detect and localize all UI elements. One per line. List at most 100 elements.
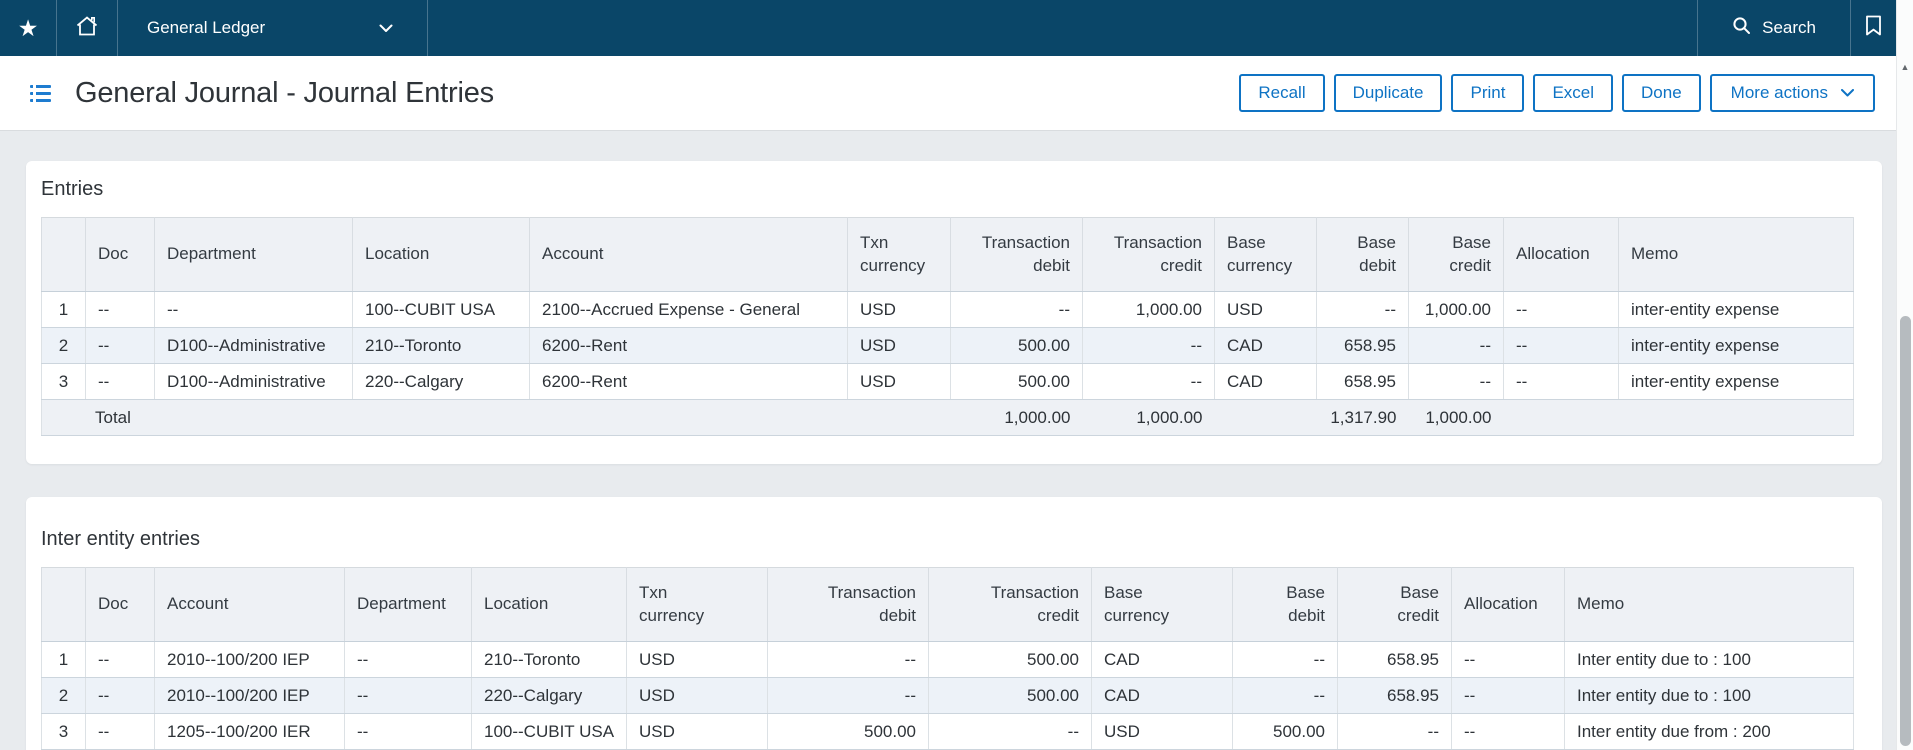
column-header: Transaction credit — [929, 568, 1092, 642]
home-button[interactable] — [57, 0, 118, 56]
column-header: Txn currency — [627, 568, 768, 642]
bookmark-button[interactable] — [1850, 0, 1896, 56]
column-header: Account — [530, 218, 848, 292]
more-actions-button[interactable]: More actions — [1710, 74, 1875, 112]
cell: -- — [1452, 714, 1565, 750]
column-header: Base credit — [1409, 218, 1504, 292]
search-button[interactable]: Search — [1697, 0, 1850, 56]
cell: 658.95 — [1317, 328, 1409, 364]
done-button[interactable]: Done — [1622, 74, 1701, 112]
cell: -- — [1452, 642, 1565, 678]
cell: -- — [86, 328, 155, 364]
column-header: Account — [155, 568, 345, 642]
column-header: Doc — [86, 568, 155, 642]
home-icon — [75, 15, 99, 42]
column-header: Base debit — [1233, 568, 1338, 642]
cell: 220--Calgary — [472, 678, 627, 714]
scrollbar-up-arrow[interactable]: ▲ — [1897, 58, 1913, 76]
table-row: 2--2010--100/200 IEP--220--CalgaryUSD--5… — [42, 678, 1854, 714]
cell: CAD — [1215, 364, 1317, 400]
cell: 658.95 — [1338, 642, 1452, 678]
cell: -- — [1452, 678, 1565, 714]
cell: USD — [848, 328, 951, 364]
bookmark-icon — [1865, 15, 1882, 41]
cell: -- — [1083, 328, 1215, 364]
column-header: Transaction credit — [1083, 218, 1215, 292]
cell: -- — [1233, 642, 1338, 678]
inter-entity-table: DocAccountDepartmentLocationTxn currency… — [41, 567, 1854, 750]
scrollbar-thumb[interactable] — [1900, 316, 1911, 746]
column-header: Location — [472, 568, 627, 642]
cell: 1,000.00 — [1083, 292, 1215, 328]
search-label: Search — [1762, 18, 1816, 38]
page-scrollbar[interactable]: ▲ — [1896, 0, 1913, 750]
cell: Inter entity due to : 100 — [1565, 642, 1854, 678]
cell: 658.95 — [1338, 678, 1452, 714]
cell: -- — [86, 364, 155, 400]
cell: -- — [1409, 364, 1504, 400]
cell: -- — [1083, 364, 1215, 400]
column-header: Base debit — [1317, 218, 1409, 292]
cell: 2010--100/200 IEP — [155, 642, 345, 678]
cell: CAD — [1092, 678, 1233, 714]
nav-spacer — [428, 0, 1697, 56]
column-header: Base currency — [1215, 218, 1317, 292]
table-row: 3--1205--100/200 IER--100--CUBIT USAUSD5… — [42, 714, 1854, 750]
cell: 658.95 — [1317, 364, 1409, 400]
cell: Inter entity due from : 200 — [1565, 714, 1854, 750]
journal-list-icon[interactable] — [30, 85, 51, 102]
inter-entity-card: Inter entity entries DocAccountDepartmen… — [26, 497, 1882, 750]
cell: 1,000.00 — [1409, 292, 1504, 328]
cell: -- — [86, 714, 155, 750]
row-number: 3 — [42, 364, 86, 400]
row-number: 3 — [42, 714, 86, 750]
cell: -- — [345, 714, 472, 750]
entries-heading: Entries — [26, 161, 1882, 217]
chevron-down-icon — [379, 24, 393, 33]
excel-button[interactable]: Excel — [1533, 74, 1613, 112]
column-header: Txn currency — [848, 218, 951, 292]
column-header — [42, 568, 86, 642]
app-menu-label: General Ledger — [147, 18, 265, 38]
cell: USD — [1215, 292, 1317, 328]
cell: inter-entity expense — [1619, 328, 1854, 364]
print-button[interactable]: Print — [1451, 74, 1524, 112]
column-header: Memo — [1619, 218, 1854, 292]
cell: 210--Toronto — [353, 328, 530, 364]
cell: 6200--Rent — [530, 328, 848, 364]
table-row: 1--2010--100/200 IEP--210--TorontoUSD--5… — [42, 642, 1854, 678]
total-empty-cell — [1619, 400, 1854, 436]
app-menu-dropdown[interactable]: General Ledger — [118, 0, 428, 56]
recall-button[interactable]: Recall — [1239, 74, 1324, 112]
cell: -- — [86, 292, 155, 328]
action-buttons: Recall DuplicatePrintExcelDone More action… — [1239, 74, 1875, 112]
column-header: Allocation — [1452, 568, 1565, 642]
table-row: 2--D100--Administrative210--Toronto6200-… — [42, 328, 1854, 364]
cell: -- — [86, 642, 155, 678]
cell: USD — [627, 678, 768, 714]
cell: 500.00 — [951, 364, 1083, 400]
cell: USD — [848, 292, 951, 328]
column-header: Transaction debit — [951, 218, 1083, 292]
cell: -- — [1504, 292, 1619, 328]
search-icon — [1732, 16, 1751, 40]
page-title: General Journal - Journal Entries — [75, 77, 494, 110]
duplicate-button[interactable]: Duplicate — [1334, 74, 1443, 112]
column-header: Transaction debit — [768, 568, 929, 642]
cell: 1205--100/200 IER — [155, 714, 345, 750]
cell: 500.00 — [929, 642, 1092, 678]
cell: 100--CUBIT USA — [353, 292, 530, 328]
cell: -- — [1504, 328, 1619, 364]
cell: -- — [1409, 328, 1504, 364]
table-row: 1----100--CUBIT USA2100--Accrued Expense… — [42, 292, 1854, 328]
cell: D100--Administrative — [155, 364, 353, 400]
cell: -- — [86, 678, 155, 714]
total-empty-cell — [1215, 400, 1317, 436]
column-header: Allocation — [1504, 218, 1619, 292]
cell: 2010--100/200 IEP — [155, 678, 345, 714]
entries-table: DocDepartmentLocationAccountTxn currency… — [41, 217, 1854, 436]
total-empty-cell — [1504, 400, 1619, 436]
favorites-button[interactable]: ★ — [0, 0, 57, 56]
more-actions-label: More actions — [1731, 83, 1828, 103]
cell: -- — [768, 642, 929, 678]
